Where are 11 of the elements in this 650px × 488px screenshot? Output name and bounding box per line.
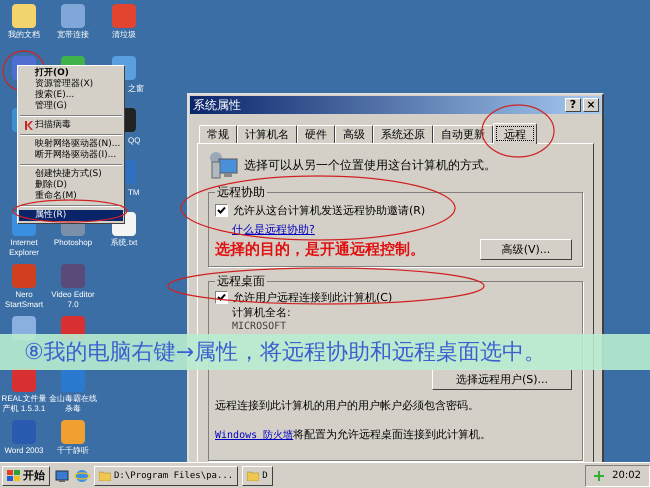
- firewall-note: Windows 防火墙将配置为允许远程桌面连接到此计算机。: [215, 427, 492, 442]
- clock: 20:02: [612, 470, 641, 481]
- annotation-text: 选择的目的，是开通远程控制。: [215, 240, 425, 259]
- group-title: 远程桌面: [216, 273, 266, 290]
- computer-name: MICROSOFT: [232, 321, 288, 333]
- group-title: 远程协助: [216, 184, 266, 201]
- intro-text: 选择可以从另一个位置使用这台计算机的方式。: [244, 156, 496, 174]
- computer-name-label: 计算机全名:: [232, 307, 292, 319]
- password-note: 远程连接到此计算机的用户的用户帐户必须包含密码。: [215, 398, 480, 413]
- window-title: 系统属性: [193, 96, 242, 114]
- caption-text: ⑧我的电脑右键→属性，将远程协助和远程桌面选中。: [24, 339, 546, 367]
